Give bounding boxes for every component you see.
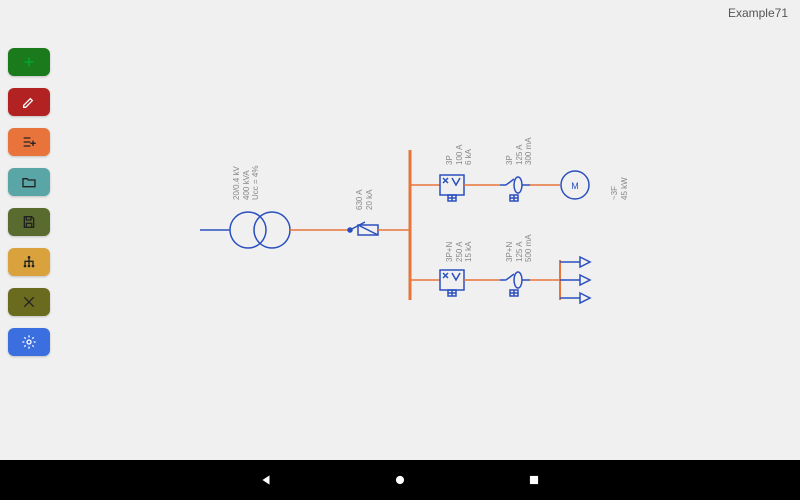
svg-text:M: M <box>571 181 579 191</box>
rcd-1-label: 3P 125 A 300 mA <box>505 137 534 165</box>
outgoing-arrows[interactable] <box>560 257 590 303</box>
fuse-label: 630 A 20 kA <box>355 190 374 210</box>
home-icon[interactable] <box>393 473 407 487</box>
rcd-2-symbol[interactable] <box>500 272 530 296</box>
breaker-2-label: 3P+N 250 A 15 kA <box>445 242 474 262</box>
recent-icon[interactable] <box>527 473 541 487</box>
breaker-1-label: 3P 100 A 6 kA <box>445 145 474 165</box>
android-navbar <box>0 460 800 500</box>
back-icon[interactable] <box>259 473 273 487</box>
motor-label: ~3F 45 kW <box>610 177 629 200</box>
transformer-symbol[interactable] <box>200 212 335 248</box>
diagram-canvas[interactable]: M <box>0 0 800 460</box>
breaker-2-symbol[interactable] <box>440 270 464 296</box>
breaker-1-symbol[interactable] <box>440 175 464 201</box>
fuse-switch-symbol[interactable] <box>335 222 410 235</box>
rcd-1-symbol[interactable] <box>500 177 530 201</box>
rcd-2-label: 3P+N 125 A 500 mA <box>505 234 534 262</box>
motor-symbol[interactable]: M <box>561 171 589 199</box>
transformer-label: 20/0.4 kV 400 kVA Ucc = 4% <box>232 166 261 200</box>
